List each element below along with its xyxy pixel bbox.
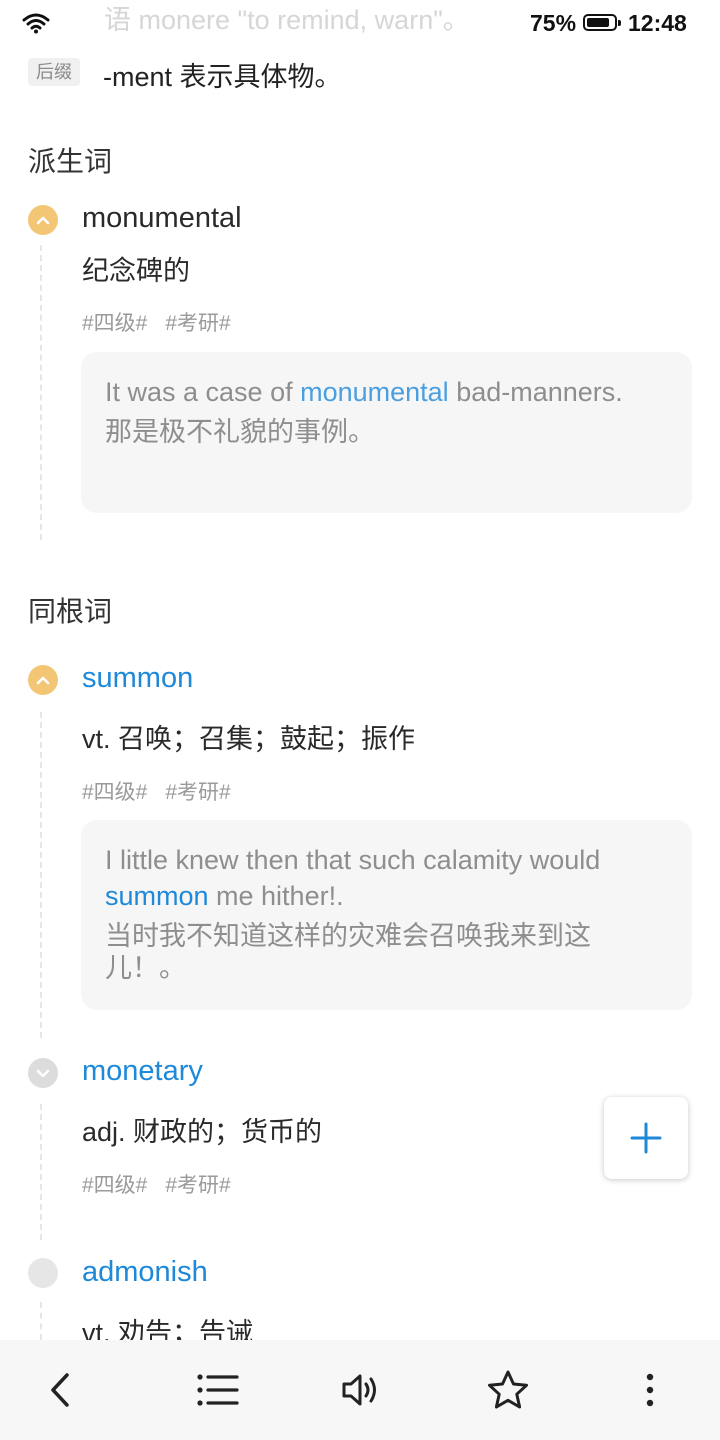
tag-cet4[interactable]: #四级# <box>82 781 147 804</box>
more-button[interactable] <box>600 1340 700 1440</box>
word-monumental[interactable]: monumental <box>82 202 242 235</box>
battery-icon <box>583 14 621 31</box>
word-monetary[interactable]: monetary <box>82 1055 203 1088</box>
tag-kaoyan[interactable]: #考研# <box>165 781 230 804</box>
favorite-button[interactable] <box>458 1340 558 1440</box>
expand-toggle-admonish[interactable] <box>28 1258 58 1288</box>
meaning-monumental: 纪念碑的 <box>82 256 190 286</box>
chevron-down-icon <box>36 1069 50 1078</box>
chevron-up-icon <box>36 676 50 685</box>
example-sentence: I little knew then that such calamity wo… <box>105 845 601 911</box>
add-word-button[interactable] <box>604 1097 688 1179</box>
example-translation: 那是极不礼貌的事例。 <box>105 417 375 447</box>
more-icon <box>646 1373 654 1407</box>
tag-cet4[interactable]: #四级# <box>82 1174 147 1197</box>
speaker-icon <box>342 1374 376 1406</box>
timeline-line <box>40 1104 42 1240</box>
suffix-tag: 后缀 <box>28 58 80 86</box>
battery-percent: 75% <box>530 10 577 36</box>
back-button[interactable] <box>10 1340 110 1440</box>
tags-monumental: #四级# #考研# <box>82 307 249 337</box>
timeline-line <box>40 712 42 1038</box>
back-icon <box>51 1373 69 1407</box>
example-card-summon: I little knew then that such calamity wo… <box>81 820 692 1010</box>
chevron-up-icon <box>36 216 50 225</box>
status-bar: 语 monere "to remind, warn"。 75% 12:48 <box>0 0 720 48</box>
collapse-toggle-monumental[interactable] <box>28 205 58 235</box>
example-sentence: It was a case of monumental bad-manners. <box>105 377 623 407</box>
suffix-description: -ment 表示具体物。 <box>103 62 342 92</box>
bottom-toolbar <box>0 1340 720 1440</box>
clock: 12:48 <box>628 10 687 36</box>
star-icon <box>488 1370 528 1409</box>
example-translation: 当时我不知道这样的灾难会召唤我来到这儿！。 <box>105 921 591 983</box>
example-keyword[interactable]: summon <box>105 881 209 911</box>
word-summon[interactable]: summon <box>82 662 193 695</box>
tags-monetary: #四级# #考研# <box>82 1169 249 1199</box>
plus-icon <box>630 1122 662 1154</box>
word-admonish[interactable]: admonish <box>82 1256 208 1289</box>
example-keyword[interactable]: monumental <box>300 377 449 407</box>
wifi-icon <box>22 13 50 34</box>
meaning-monetary: adj. 财政的；货币的 <box>82 1117 323 1147</box>
tags-summon: #四级# #考研# <box>82 776 249 806</box>
word-list-button[interactable] <box>168 1340 268 1440</box>
cognates-title: 同根词 <box>28 596 113 627</box>
tag-kaoyan[interactable]: #考研# <box>165 1174 230 1197</box>
collapse-toggle-summon[interactable] <box>28 665 58 695</box>
derived-words-title: 派生词 <box>28 146 113 177</box>
expand-toggle-monetary[interactable] <box>28 1058 58 1088</box>
scrolled-etymology-text: 语 monere "to remind, warn"。 <box>104 5 470 35</box>
pronounce-button[interactable] <box>312 1340 412 1440</box>
timeline-line <box>40 245 42 540</box>
timeline-line <box>40 1302 42 1340</box>
tag-cet4[interactable]: #四级# <box>82 312 147 335</box>
tag-kaoyan[interactable]: #考研# <box>165 312 230 335</box>
meaning-summon: vt. 召唤；召集；鼓起；振作 <box>82 724 416 754</box>
list-icon <box>197 1374 239 1406</box>
example-card-monumental: It was a case of monumental bad-manners.… <box>81 352 692 513</box>
